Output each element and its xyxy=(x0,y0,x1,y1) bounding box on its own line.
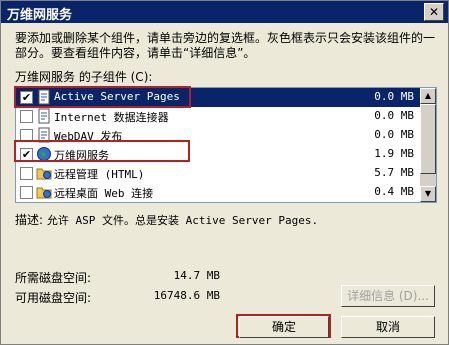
component-checkbox[interactable] xyxy=(20,110,33,123)
folder-globe-icon xyxy=(36,165,52,181)
list-item[interactable]: ✔ 万维网服务 1.9 MB xyxy=(16,145,420,164)
component-name: 远程桌面 Web 连接 xyxy=(54,187,154,200)
document-icon xyxy=(36,127,52,143)
available-space-value: 16748.6 MB xyxy=(153,289,220,302)
close-button[interactable]: ✕ xyxy=(424,3,444,21)
component-size: 0.0 MB xyxy=(374,128,414,141)
ok-button[interactable]: 确定 xyxy=(239,316,329,338)
scroll-up-icon[interactable]: ▲ xyxy=(420,88,436,104)
component-size: 1.9 MB xyxy=(374,147,414,160)
required-space-value: 14.7 MB xyxy=(173,269,220,282)
list-item[interactable]: 远程管理 (HTML) 5.7 MB xyxy=(16,164,420,183)
component-checkbox[interactable] xyxy=(20,129,33,142)
list-item[interactable]: Internet 数据连接器 0.0 MB xyxy=(16,107,420,126)
components-list[interactable]: ✔ Active Server Pages 0.0 MB Internet 数据连接器… xyxy=(15,87,437,203)
component-size: 0.4 MB xyxy=(374,185,414,198)
description-text: 允许 ASP 文件。总是安装 Active Server Pages. xyxy=(46,214,319,227)
document-icon xyxy=(36,89,52,105)
component-name: Active Server Pages xyxy=(54,90,180,103)
component-checkbox[interactable]: ✔ xyxy=(20,148,33,161)
folder-globe-icon xyxy=(36,184,52,200)
component-checkbox[interactable] xyxy=(20,167,33,180)
component-size: 0.0 MB xyxy=(374,109,414,122)
required-space-label: 所需磁盘空间: xyxy=(15,271,92,285)
component-checkbox[interactable] xyxy=(20,186,33,199)
list-item[interactable]: WebDAV 发布 0.0 MB xyxy=(16,126,420,145)
description-label: 描述: xyxy=(15,213,44,227)
scroll-down-icon[interactable]: ▼ xyxy=(420,186,436,202)
component-size: 5.7 MB xyxy=(374,166,414,179)
scroll-thumb[interactable] xyxy=(420,104,436,174)
dialog-description: 要添加或删除某个组件，请单击旁边的复选框。灰色框表示只会安装该组件的一部分。要查… xyxy=(15,31,436,60)
details-button[interactable]: 详细信息 (D)... xyxy=(341,285,435,307)
window-title: 万维网服务 xyxy=(7,8,73,23)
component-size: 0.0 MB xyxy=(374,90,414,103)
document-icon xyxy=(36,108,52,124)
component-name: 远程管理 (HTML) xyxy=(54,168,145,181)
component-name: 万维网服务 xyxy=(54,149,109,162)
list-item[interactable]: ✔ Active Server Pages 0.0 MB xyxy=(16,88,420,107)
component-checkbox[interactable]: ✔ xyxy=(20,91,33,104)
title-bar[interactable]: 万维网服务 ✕ xyxy=(1,1,448,23)
globe-icon xyxy=(36,146,52,162)
component-description: 描述: 允许 ASP 文件。总是安装 Active Server Pages. xyxy=(15,211,318,228)
component-name: WebDAV 发布 xyxy=(54,130,123,143)
component-name: Internet 数据连接器 xyxy=(54,111,169,124)
cancel-button[interactable]: 取消 xyxy=(341,316,435,338)
available-space-label: 可用磁盘空间: xyxy=(15,291,92,305)
list-label: 万维网服务 的子组件 (C): xyxy=(15,70,153,84)
list-item[interactable]: 远程桌面 Web 连接 0.4 MB xyxy=(16,183,420,202)
list-scrollbar[interactable]: ▲ ▼ xyxy=(420,88,436,202)
dialog-window: 万维网服务 ✕ 要添加或删除某个组件，请单击旁边的复选框。灰色框表示只会安装该组… xyxy=(0,0,449,345)
